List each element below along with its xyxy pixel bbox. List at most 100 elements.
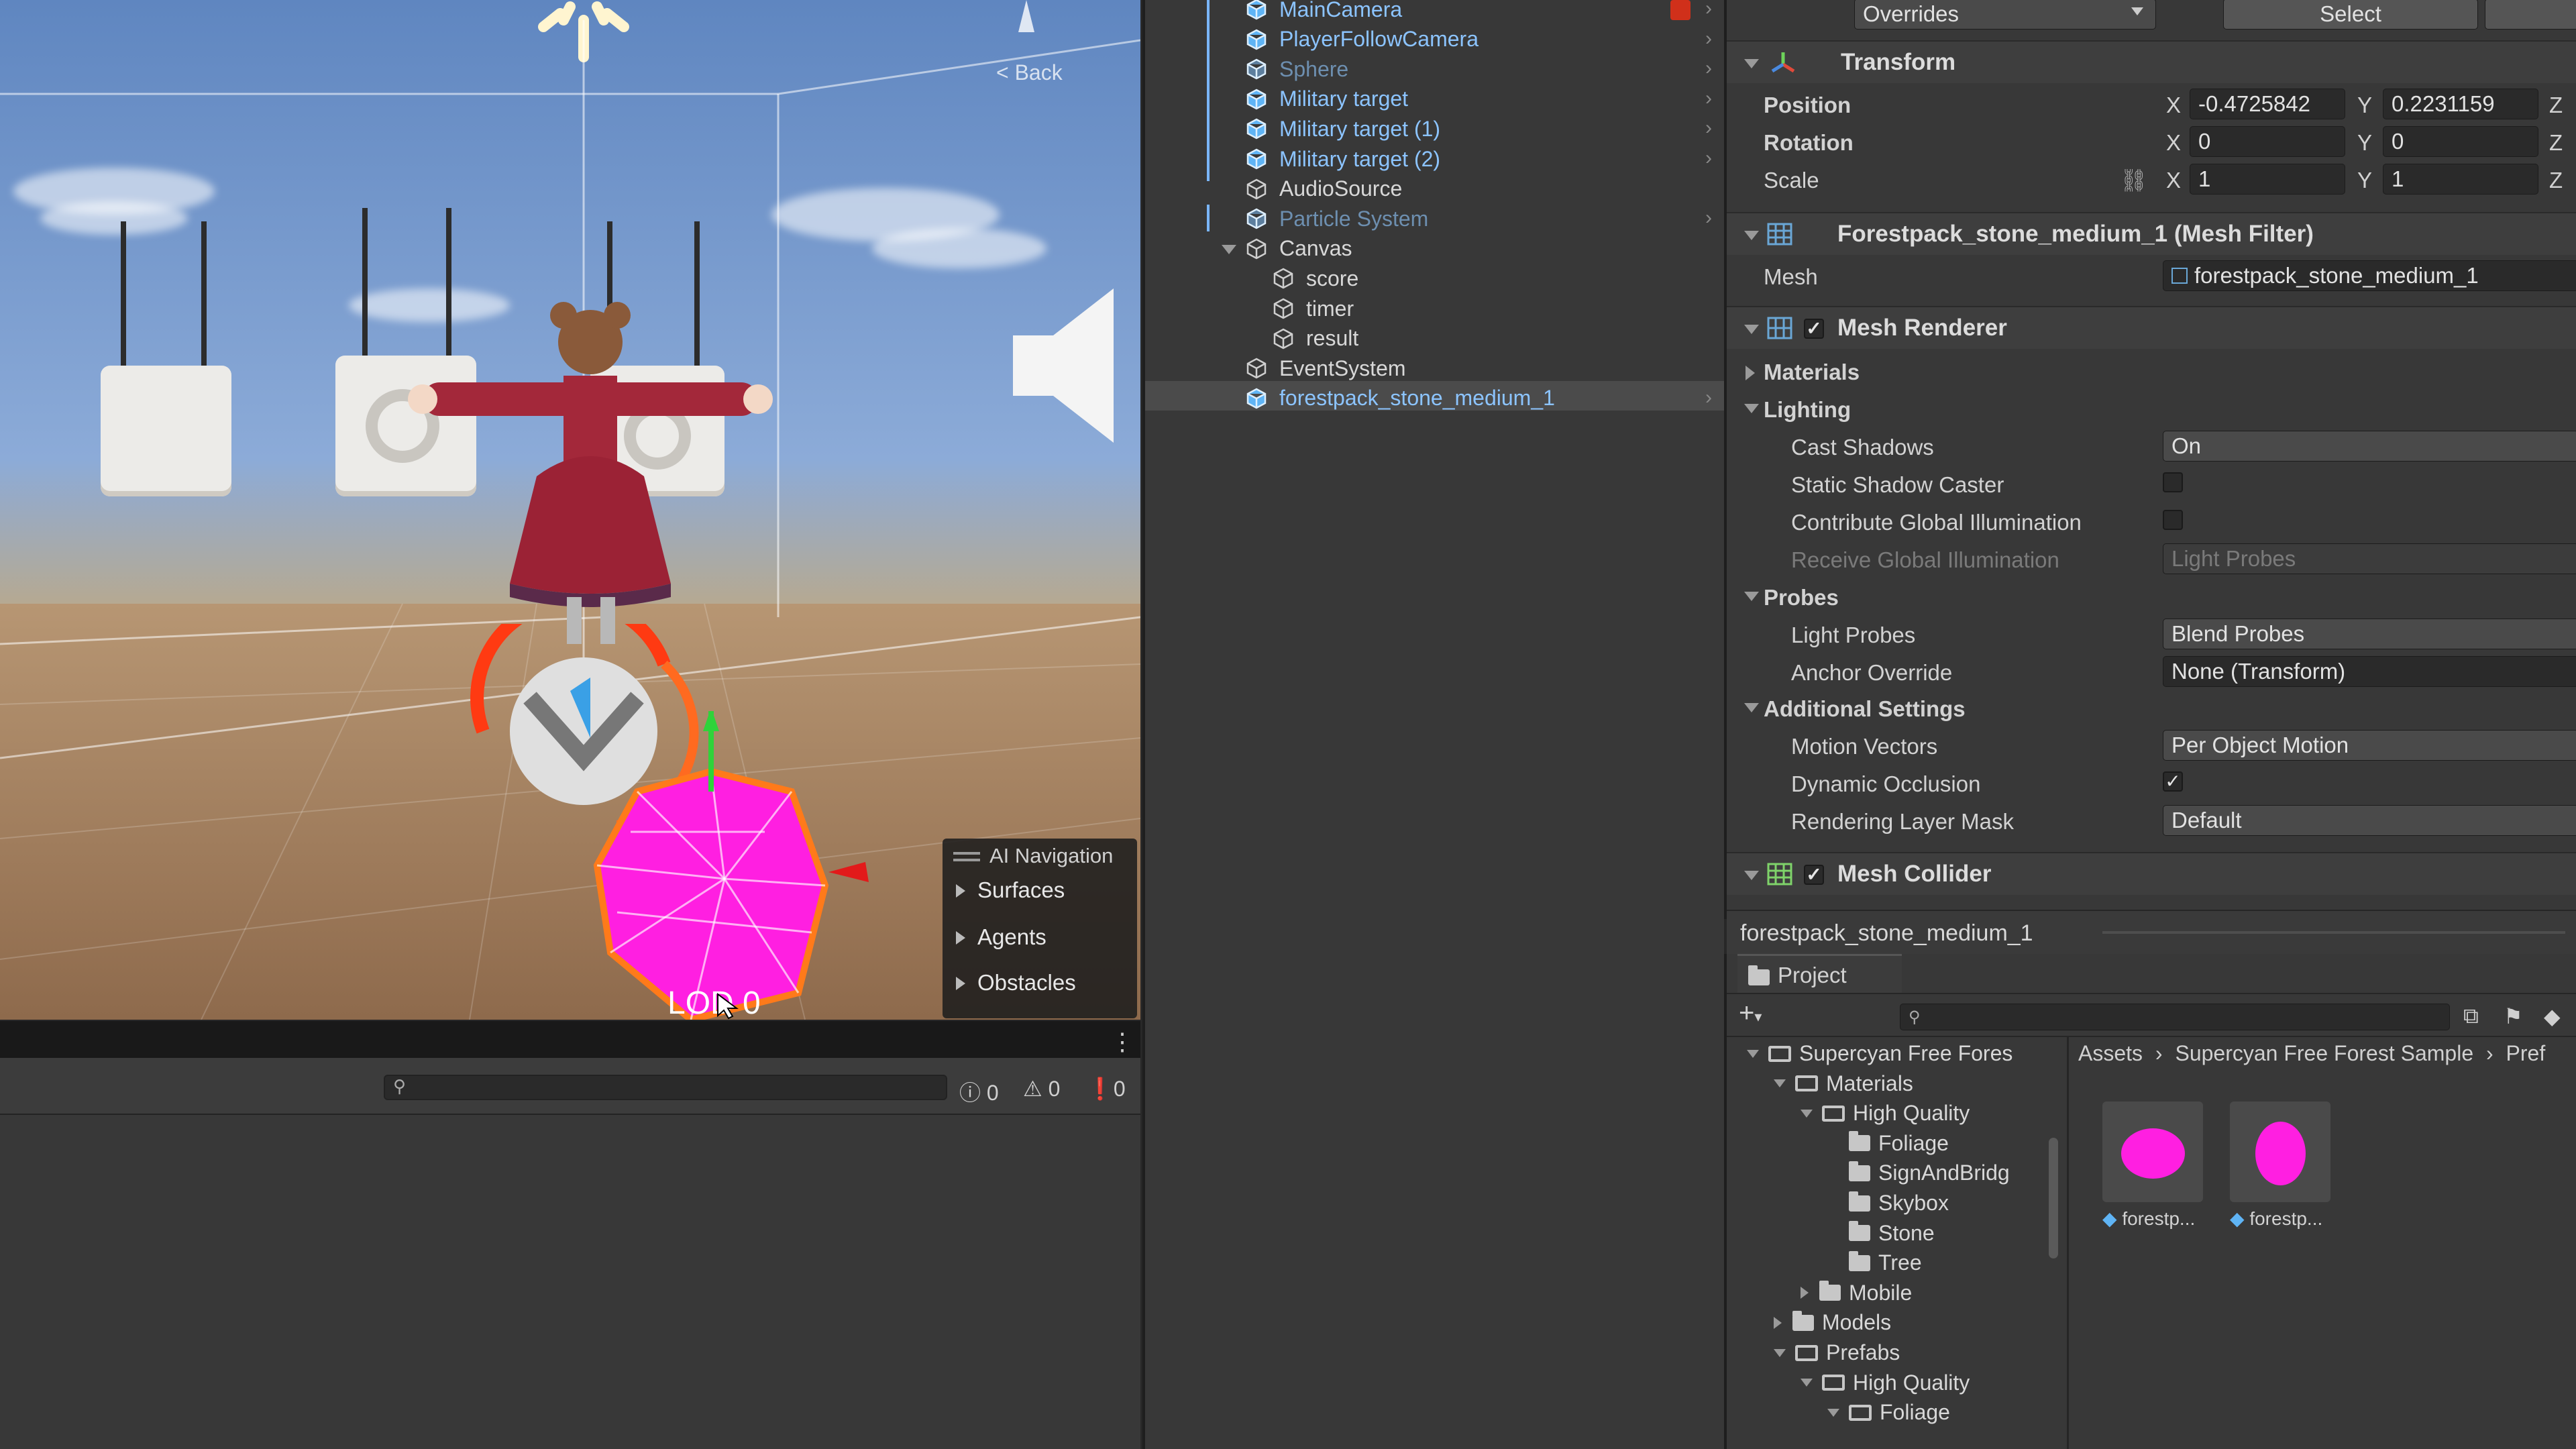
audio-source-icon[interactable] [1006, 288, 1120, 443]
scale-y-field[interactable]: 1 [2383, 164, 2538, 195]
more-options-icon[interactable]: ⋮ [1110, 1028, 1134, 1056]
console-log-area[interactable] [0, 1115, 1140, 1449]
splitter-handle[interactable] [2102, 931, 2565, 934]
project-tree-item[interactable]: Mobile [1801, 1281, 1912, 1305]
project-tree-item[interactable]: Prefabs [1774, 1340, 1900, 1365]
move-gizmo-x-handle[interactable] [828, 855, 875, 889]
open-button[interactable] [2485, 0, 2576, 30]
hierarchy-item[interactable]: timer [1273, 294, 1354, 323]
scene-view[interactable]: < Back LOD 0 AI Navigation Surfaces Agen… [0, 0, 1140, 1020]
console-error-count[interactable]: ❗0 [1087, 1076, 1126, 1102]
project-tree-item[interactable]: High Quality [1801, 1101, 1970, 1126]
mesh-filter-component-header[interactable]: Forestpack_stone_medium_1 (Mesh Filter) [1727, 212, 2576, 255]
create-add-button[interactable]: +▾ [1739, 998, 1762, 1028]
rotation-y-field[interactable]: 0 [2383, 126, 2538, 157]
mesh-collider-component-header[interactable]: ✓ Mesh Collider [1727, 852, 2576, 895]
breadcrumb-item[interactable]: Assets [2078, 1041, 2143, 1065]
project-tree-item[interactable]: Stone [1827, 1221, 1935, 1246]
lighting-foldout[interactable]: Lighting [1764, 397, 1851, 423]
rotation-x-field[interactable]: 0 [2190, 126, 2345, 157]
prefab-open-chevron-icon[interactable]: › [1705, 207, 1712, 229]
breadcrumb-item[interactable]: Pref [2506, 1041, 2546, 1065]
probes-foldout[interactable]: Probes [1764, 585, 1839, 610]
hierarchy-item[interactable]: score [1273, 264, 1358, 293]
mesh-object-field[interactable]: forestpack_stone_medium_1 [2163, 260, 2576, 291]
asset-thumbnail[interactable] [2102, 1102, 2203, 1202]
hierarchy-item[interactable]: result [1273, 324, 1358, 354]
anchor-override-field[interactable]: None (Transform) [2163, 656, 2576, 687]
hierarchy-item[interactable]: EventSystem [1246, 354, 1406, 383]
static-shadow-caster-checkbox[interactable] [2163, 472, 2183, 492]
drag-handle-icon[interactable] [953, 852, 980, 861]
project-tree-item[interactable]: SignAndBridg [1827, 1161, 2010, 1185]
asset-label[interactable]: ◆ forestp... [2102, 1208, 2195, 1230]
dynamic-occlusion-checkbox[interactable]: ✓ [2163, 771, 2183, 792]
asset-thumbnail[interactable] [2230, 1102, 2330, 1202]
hierarchy-item[interactable]: Canvas [1222, 234, 1352, 264]
project-tree-item[interactable]: Foliage [1827, 1131, 1949, 1156]
prefab-open-chevron-icon[interactable]: › [1705, 87, 1712, 110]
hierarchy-item[interactable]: forestpack_stone_medium_1 [1246, 384, 1555, 413]
prefab-open-chevron-icon[interactable]: › [1705, 57, 1712, 80]
additional-settings-foldout[interactable]: Additional Settings [1764, 696, 1966, 722]
ai-nav-surfaces[interactable]: Surfaces [956, 877, 1065, 903]
prefab-open-chevron-icon[interactable]: › [1705, 117, 1712, 140]
search-by-label-icon[interactable]: ⚑ [2504, 1004, 2523, 1029]
link-icon[interactable]: ⛓ [2120, 168, 2148, 194]
fold-arrow-icon[interactable] [1774, 1316, 1782, 1329]
contribute-gi-checkbox[interactable] [2163, 510, 2183, 530]
position-y-field[interactable]: 0.2231159 [2383, 89, 2538, 119]
ai-nav-agents[interactable]: Agents [956, 924, 1046, 950]
project-tree-item[interactable]: High Quality [1801, 1371, 1970, 1395]
overrides-dropdown[interactable]: Overrides [1854, 0, 2156, 30]
project-tab[interactable]: Project [1737, 954, 1902, 993]
cast-shadows-dropdown[interactable]: On [2163, 431, 2576, 462]
console-log-count[interactable]: ⓘ 0 [959, 1076, 999, 1107]
fold-arrow-icon[interactable] [1801, 1287, 1809, 1299]
fold-arrow-icon[interactable] [1801, 1109, 1813, 1118]
project-tree-item[interactable]: Foliage [1827, 1400, 1950, 1425]
rendering-layer-mask-dropdown[interactable]: Default [2163, 805, 2576, 836]
position-x-field[interactable]: -0.4725842 [2190, 89, 2345, 119]
hierarchy-item[interactable]: Particle System [1246, 204, 1428, 233]
hierarchy-item[interactable]: Military target [1246, 85, 1408, 114]
project-search-input[interactable]: ⚲ [1900, 1004, 2450, 1030]
project-folder-tree[interactable]: Supercyan Free Fores Materials High Qualit… [1727, 1037, 2069, 1449]
prefab-open-chevron-icon[interactable]: › [1705, 28, 1712, 50]
fold-arrow-icon[interactable] [1747, 1049, 1759, 1058]
project-tree-item[interactable]: Supercyan Free Fores [1747, 1041, 2012, 1066]
hierarchy-item[interactable]: MainCamera [1246, 0, 1402, 24]
fold-arrow-icon[interactable] [1744, 404, 1759, 413]
fold-arrow-icon[interactable] [1774, 1079, 1786, 1088]
breadcrumb-item[interactable]: Supercyan Free Forest Sample [2175, 1041, 2473, 1065]
hierarchy-item[interactable]: Military target (2) [1246, 144, 1440, 174]
ai-nav-obstacles[interactable]: Obstacles [956, 970, 1076, 996]
fold-arrow-icon[interactable] [1827, 1408, 1839, 1417]
motion-vectors-dropdown[interactable]: Per Object Motion [2163, 730, 2576, 761]
project-tree-item[interactable]: Materials [1774, 1071, 1913, 1096]
fold-arrow-icon[interactable] [1744, 592, 1759, 601]
materials-foldout[interactable]: Materials [1764, 360, 1860, 385]
player-character[interactable] [402, 302, 818, 678]
asset-label[interactable]: ◆ forestp... [2230, 1208, 2322, 1230]
fold-arrow-icon[interactable] [1222, 244, 1236, 254]
hierarchy-item[interactable]: PlayerFollowCamera [1246, 25, 1479, 54]
favorites-icon[interactable]: ◆ [2544, 1004, 2561, 1029]
console-warning-count[interactable]: ⚠ 0 [1023, 1076, 1060, 1102]
select-button[interactable]: Select [2223, 0, 2478, 30]
scale-x-field[interactable]: 1 [2190, 164, 2345, 195]
prefab-open-chevron-icon[interactable]: › [1705, 0, 1712, 20]
fold-arrow-icon[interactable] [1746, 366, 1755, 380]
search-by-type-icon[interactable]: ⧉ [2463, 1004, 2479, 1029]
project-tree-item[interactable]: Skybox [1827, 1191, 1949, 1216]
hierarchy-item[interactable]: AudioSource [1246, 174, 1402, 204]
prefab-open-chevron-icon[interactable]: › [1705, 147, 1712, 170]
hierarchy-item[interactable]: Sphere [1246, 54, 1348, 84]
fold-arrow-icon[interactable] [1801, 1379, 1813, 1387]
mesh-renderer-component-header[interactable]: ✓ Mesh Renderer [1727, 306, 2576, 349]
console-search-input[interactable]: ⚲ [384, 1075, 947, 1100]
hierarchy-item[interactable]: Military target (1) [1246, 114, 1440, 144]
selected-stone-mesh[interactable] [590, 711, 845, 1020]
project-tree-item[interactable]: Models [1774, 1310, 1891, 1335]
prefab-open-chevron-icon[interactable]: › [1705, 386, 1712, 409]
